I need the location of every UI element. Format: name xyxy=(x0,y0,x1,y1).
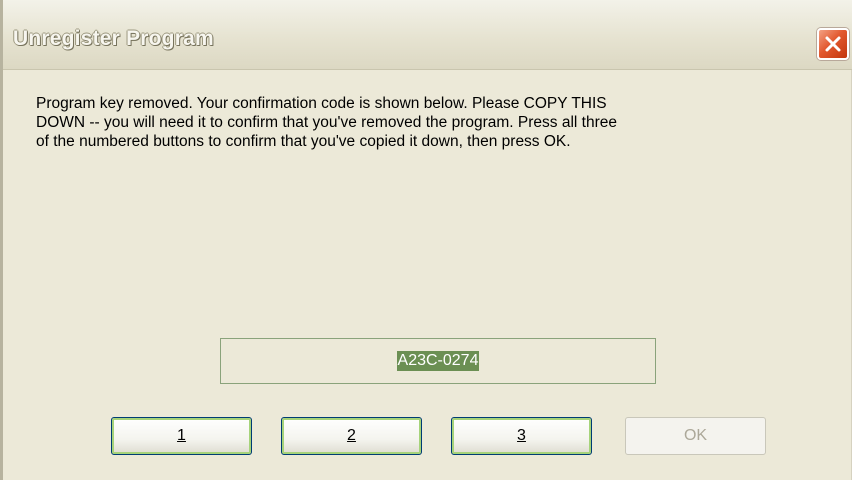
message-line-1: Program key removed. Your confirmation c… xyxy=(36,95,607,112)
message-line-3: of the numbered buttons to confirm that … xyxy=(36,133,571,150)
confirm-button-2[interactable]: 2 xyxy=(281,417,422,455)
confirm-button-2-label: 2 xyxy=(347,427,356,444)
ok-button[interactable]: OK xyxy=(625,417,766,455)
message-line-2: DOWN -- you will need it to confirm that… xyxy=(36,114,617,131)
close-button[interactable] xyxy=(817,28,849,60)
confirm-button-1-label: 1 xyxy=(177,427,186,444)
confirm-button-3-label: 3 xyxy=(517,427,526,444)
ok-button-label: OK xyxy=(683,427,708,444)
confirm-button-1[interactable]: 1 xyxy=(111,417,252,455)
title-bar[interactable]: Unregister Program xyxy=(3,0,852,70)
window-title: Unregister Program xyxy=(13,27,214,50)
confirmation-code-value[interactable]: A23C-0274 xyxy=(396,351,480,371)
instruction-message: Program key removed. Your confirmation c… xyxy=(36,94,836,151)
unregister-program-dialog: Unregister Program Program key removed. … xyxy=(0,0,852,480)
confirmation-code-field[interactable]: A23C-0274 xyxy=(220,338,656,384)
confirm-button-3[interactable]: 3 xyxy=(451,417,592,455)
